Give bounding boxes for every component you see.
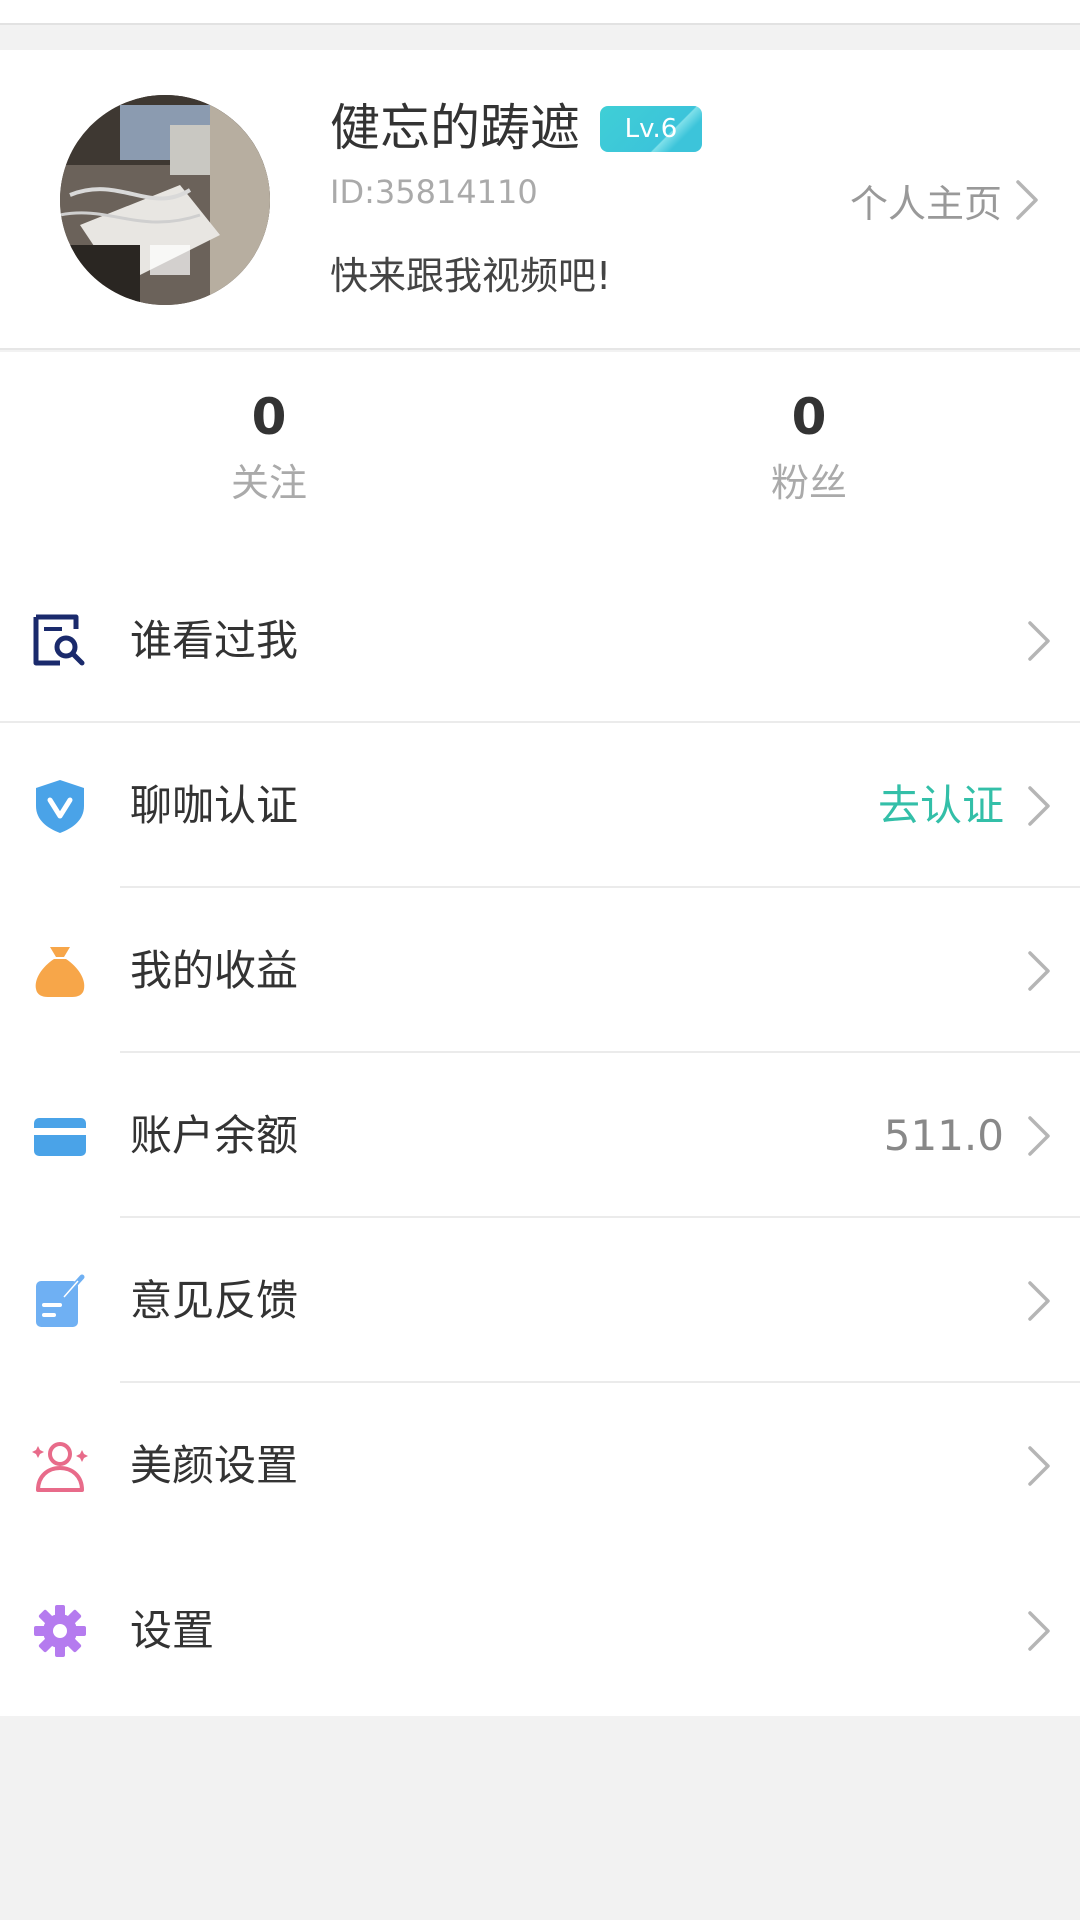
user-id: ID:35814110 — [330, 173, 538, 211]
chevron-right-icon — [1026, 949, 1052, 993]
menu-item-earnings[interactable]: 我的收益 — [0, 888, 1080, 1053]
avatar[interactable] — [60, 95, 270, 305]
chevron-right-icon — [1014, 178, 1040, 222]
profile-card[interactable]: 健忘的踌遮 Lv.6 ID:35814110 快来跟我视频吧! 个人主页 — [0, 50, 1080, 350]
menu-item-beauty-settings[interactable]: 美颜设置 — [0, 1383, 1080, 1548]
feedback-note-icon — [30, 1271, 90, 1331]
stats-bar: 0 关注 0 粉丝 — [0, 352, 1080, 558]
chevron-right-icon — [1026, 1114, 1052, 1158]
card-icon — [30, 1106, 90, 1166]
chevron-right-icon — [1026, 784, 1052, 828]
chevron-right-icon — [1026, 1444, 1052, 1488]
visitor-search-icon — [30, 611, 90, 671]
nickname: 健忘的踌遮 — [330, 99, 580, 157]
following-count: 0 — [251, 388, 287, 446]
gear-icon — [30, 1601, 90, 1661]
signature: 快来跟我视频吧! — [330, 254, 612, 298]
following-label: 关注 — [230, 461, 307, 505]
chevron-right-icon — [1026, 1609, 1052, 1653]
chevron-right-icon — [1026, 619, 1052, 663]
level-badge: Lv.6 — [600, 106, 702, 152]
verify-action-text[interactable]: 去认证 — [878, 779, 1004, 833]
menu-item-label: 谁看过我 — [130, 615, 299, 665]
balance-value: 511.0 — [883, 1110, 1004, 1160]
following-stat[interactable]: 0 关注 — [119, 387, 419, 507]
menu-item-verification[interactable]: 聊咖认证 去认证 — [0, 723, 1080, 888]
menu-list: 谁看过我 聊咖认证 去认证 我的收益 账户余额 511.0 意见反馈 美颜设置 … — [0, 558, 1080, 1716]
fans-stat[interactable]: 0 粉丝 — [659, 387, 959, 507]
personal-homepage-link[interactable]: 个人主页 — [850, 172, 1040, 228]
menu-item-label: 设置 — [130, 1605, 215, 1655]
chevron-right-icon — [1026, 1279, 1052, 1323]
menu-item-balance[interactable]: 账户余额 511.0 — [0, 1053, 1080, 1218]
beauty-person-icon — [30, 1436, 90, 1496]
menu-item-label: 美颜设置 — [130, 1440, 299, 1490]
menu-item-label: 聊咖认证 — [130, 780, 299, 830]
personal-homepage-label: 个人主页 — [849, 181, 1002, 226]
profile-page: 健忘的踌遮 Lv.6 ID:35814110 快来跟我视频吧! 个人主页 0 关… — [0, 0, 1080, 1920]
menu-item-settings[interactable]: 设置 — [0, 1548, 1080, 1713]
fans-label: 粉丝 — [770, 461, 847, 505]
menu-item-label: 我的收益 — [130, 945, 299, 995]
status-bar — [0, 0, 1080, 25]
menu-item-visitors[interactable]: 谁看过我 — [0, 558, 1080, 723]
verify-shield-icon — [30, 776, 90, 836]
fans-count: 0 — [791, 388, 827, 446]
money-bag-icon — [30, 941, 90, 1001]
menu-item-label: 意见反馈 — [130, 1275, 299, 1325]
menu-item-label: 账户余额 — [130, 1110, 299, 1160]
menu-item-feedback[interactable]: 意见反馈 — [0, 1218, 1080, 1383]
avatar-photo — [60, 95, 270, 305]
